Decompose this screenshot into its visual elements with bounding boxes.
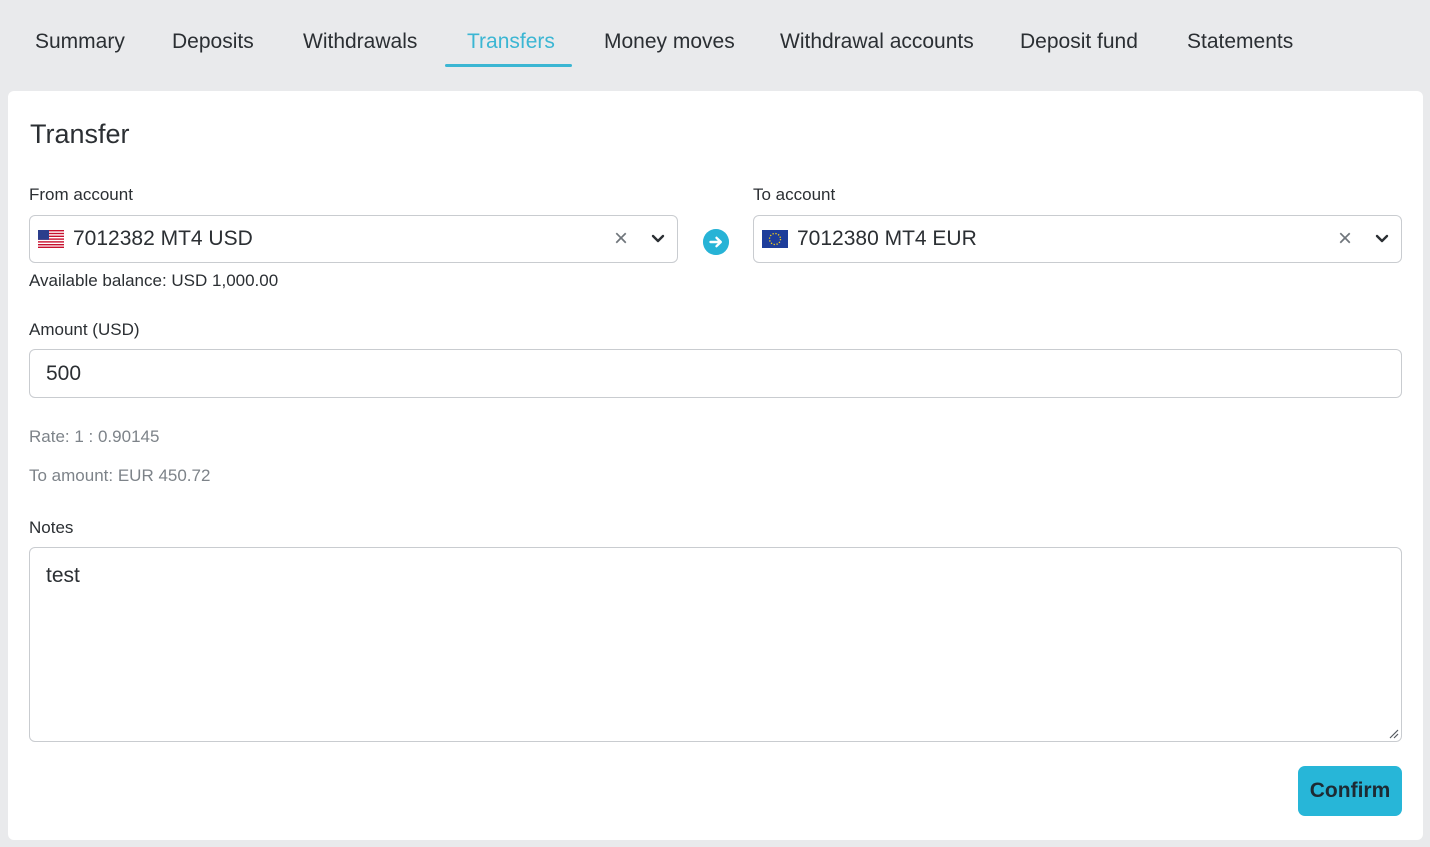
notes-value: test [46,564,80,587]
chevron-down-icon[interactable] [1372,229,1392,249]
arrow-right-icon[interactable] [703,229,729,255]
eu-flag-icon [762,230,788,248]
tab-transfers[interactable]: Transfers [467,28,555,68]
to-amount: To amount: EUR 450.72 [29,466,211,485]
tab-bar: Summary Deposits Withdrawals Transfers M… [0,0,1430,80]
tab-withdrawal-accounts[interactable]: Withdrawal accounts [780,28,974,68]
to-account-select[interactable]: 7012380 MT4 EUR × [753,215,1402,263]
to-account-value: 7012380 MT4 EUR [797,227,977,250]
transfer-card: Transfer From account 7012382 MT4 USD × … [8,91,1423,840]
from-account-label: From account [29,185,133,204]
exchange-rate: Rate: 1 : 0.90145 [29,427,160,446]
available-balance: Available balance: USD 1,000.00 [29,271,279,290]
from-account-value: 7012382 MT4 USD [73,227,253,250]
from-account-select[interactable]: 7012382 MT4 USD × [29,215,678,263]
chevron-down-icon[interactable] [648,229,668,249]
page-title: Transfer [30,119,130,149]
confirm-button[interactable]: Confirm [1298,766,1402,816]
tab-money-moves[interactable]: Money moves [604,28,735,68]
amount-label: Amount (USD) [29,320,140,339]
tab-deposit-fund[interactable]: Deposit fund [1020,28,1138,68]
tab-summary[interactable]: Summary [35,28,125,68]
tab-statements[interactable]: Statements [1187,28,1293,68]
amount-input[interactable]: 500 [29,349,1402,398]
us-flag-icon [38,230,64,248]
notes-textarea[interactable]: test [29,547,1402,742]
resize-handle-icon[interactable] [1388,728,1399,739]
active-tab-indicator [445,64,572,67]
clear-icon[interactable]: × [1334,227,1356,251]
clear-icon[interactable]: × [610,227,632,251]
notes-label: Notes [29,518,74,537]
tab-deposits[interactable]: Deposits [172,28,254,68]
to-account-label: To account [753,185,836,204]
tab-withdrawals[interactable]: Withdrawals [303,28,417,68]
